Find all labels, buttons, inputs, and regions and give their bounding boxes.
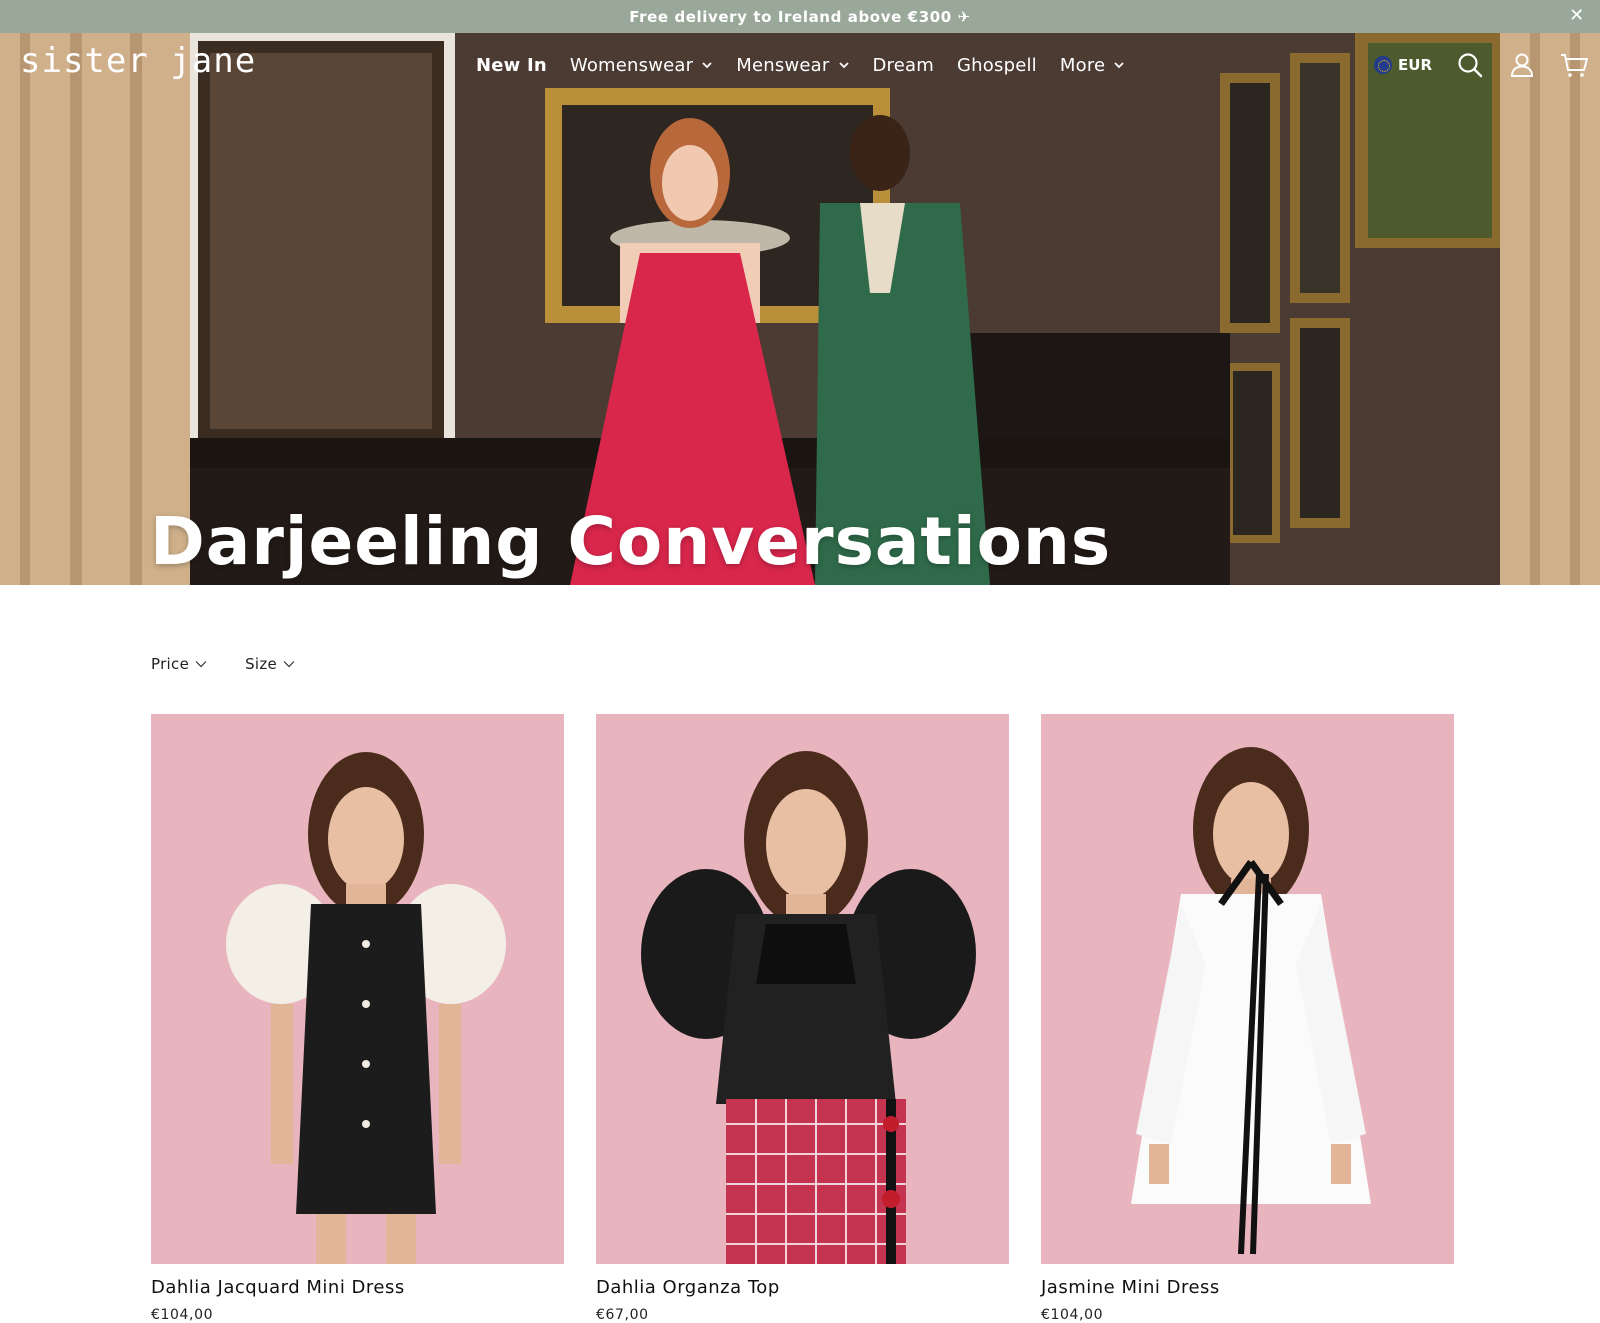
hero-banner[interactable]: Darjeeling Conversations	[0, 33, 1600, 585]
chevron-down-icon	[283, 661, 295, 668]
search-icon[interactable]	[1456, 51, 1484, 79]
product-name[interactable]: Jasmine Mini Dress	[1041, 1277, 1454, 1298]
product-card[interactable]: Dahlia Organza Top €67,00	[596, 714, 1009, 1323]
close-icon[interactable]: ✕	[1566, 5, 1588, 27]
announcement-bar: Free delivery to Ireland above €300 ✈ ✕	[0, 0, 1600, 33]
site-header: sister jane New In Womenswear Menswear D…	[0, 33, 1600, 97]
currency-label: EUR	[1398, 56, 1432, 74]
collection-filters: Price Size	[151, 655, 295, 673]
nav-item-label: Womenswear	[569, 54, 694, 76]
nav-item-womenswear[interactable]: Womenswear	[570, 55, 713, 76]
account-icon[interactable]	[1508, 51, 1536, 79]
main-nav: New In Womenswear Menswear Dream Ghospel…	[476, 33, 1148, 97]
product-grid: Dahlia Jacquard Mini Dress €104,00 Dahli…	[151, 714, 1454, 1323]
product-image[interactable]	[151, 714, 564, 1264]
cart-icon[interactable]	[1560, 51, 1588, 79]
product-image[interactable]	[1041, 714, 1454, 1264]
nav-item-label: Menswear	[736, 54, 830, 76]
product-price: €67,00	[596, 1307, 649, 1323]
product-card[interactable]: Jasmine Mini Dress €104,00	[1041, 714, 1454, 1323]
product-image[interactable]	[596, 714, 1009, 1264]
product-name[interactable]: Dahlia Jacquard Mini Dress	[151, 1277, 564, 1298]
product-price: €104,00	[1041, 1307, 1104, 1323]
chevron-down-icon	[195, 661, 207, 668]
filter-size[interactable]: Size	[245, 655, 295, 673]
hero-title: Darjeeling Conversations	[150, 503, 1112, 580]
nav-item-label: Ghospell	[957, 54, 1037, 76]
product-card[interactable]: Dahlia Jacquard Mini Dress €104,00	[151, 714, 564, 1323]
nav-item-ghospell[interactable]: Ghospell	[957, 55, 1037, 76]
currency-selector[interactable]: EUR	[1374, 56, 1432, 74]
nav-item-menswear[interactable]: Menswear	[736, 55, 849, 76]
nav-item-new-in[interactable]: New In	[476, 55, 547, 76]
filter-price-label: Price	[151, 655, 190, 673]
announcement-text: Free delivery to Ireland above €300 ✈	[629, 7, 971, 26]
filter-price[interactable]: Price	[151, 655, 207, 673]
chevron-down-icon	[838, 62, 849, 69]
filter-size-label: Size	[245, 655, 278, 673]
chevron-down-icon	[702, 62, 712, 69]
header-actions: EUR	[1374, 33, 1600, 97]
nav-item-label: More	[1059, 54, 1106, 76]
product-price: €104,00	[151, 1307, 214, 1323]
nav-item-more[interactable]: More	[1060, 55, 1125, 76]
chevron-down-icon	[1114, 62, 1124, 69]
nav-item-label: New In	[476, 54, 547, 76]
product-name[interactable]: Dahlia Organza Top	[596, 1277, 1009, 1298]
site-logo[interactable]: sister jane	[20, 41, 256, 81]
nav-item-label: Dream	[872, 54, 935, 76]
nav-item-dream[interactable]: Dream	[873, 55, 935, 76]
eu-flag-icon	[1374, 56, 1393, 74]
